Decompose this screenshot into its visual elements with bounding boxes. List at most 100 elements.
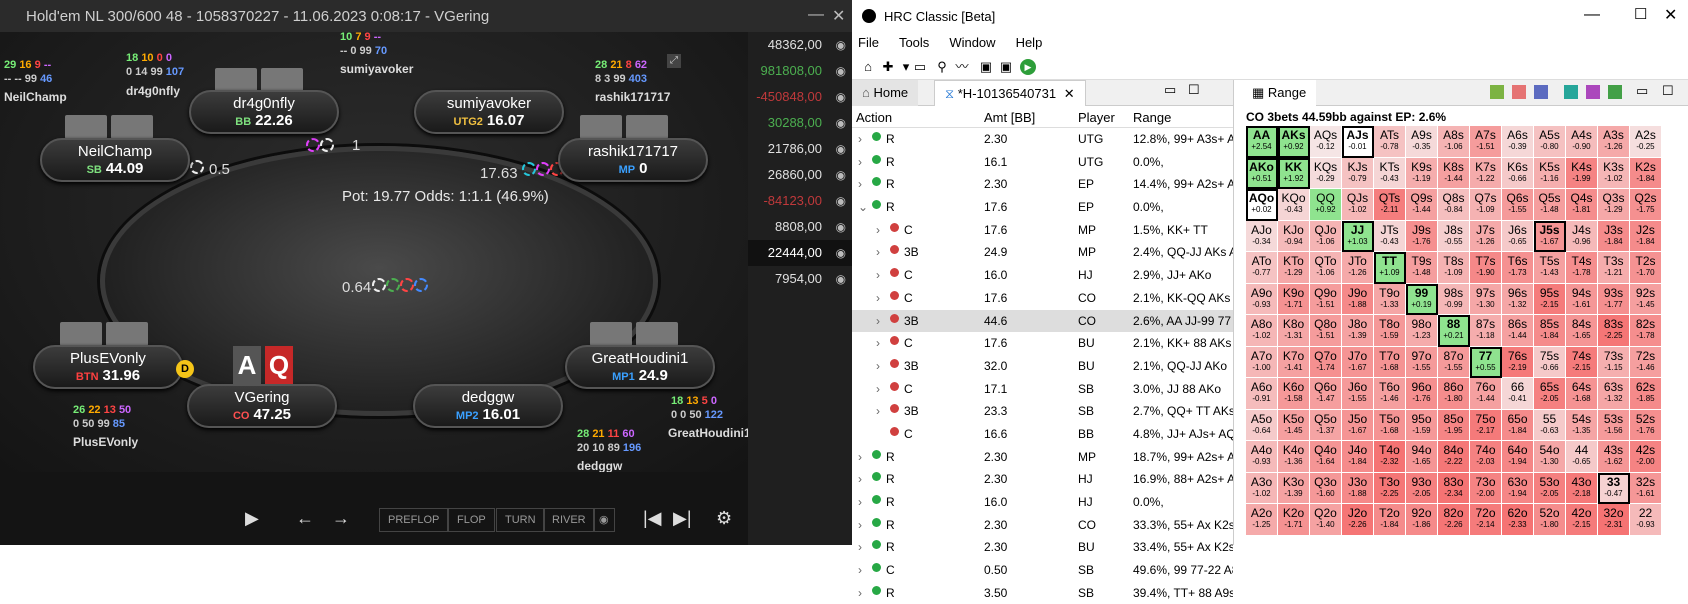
range-cell-K3s[interactable]: K3s -1.02 xyxy=(1598,157,1630,189)
maximize-panel-icon[interactable]: ☐ xyxy=(1188,82,1200,98)
session-result-row[interactable]: 48362,00 ◉ xyxy=(748,32,852,58)
range-cell-T9s[interactable]: T9s -1.48 xyxy=(1406,252,1438,284)
range-cell-KK[interactable]: KK +1.92 xyxy=(1278,157,1310,189)
header-player[interactable]: Player xyxy=(1078,110,1115,125)
range-cell-84s[interactable]: 84s -1.65 xyxy=(1566,315,1598,347)
header-range[interactable]: Range xyxy=(1133,110,1171,125)
range-cell-AQo[interactable]: AQo +0.02 xyxy=(1246,189,1278,221)
range-cell-72o[interactable]: 72o -2.14 xyxy=(1470,504,1502,536)
range-cell-Q6o[interactable]: Q6o -1.47 xyxy=(1310,378,1342,410)
action-row[interactable]: › R 2.30 CO 33.3%, 55+ Ax K2s+ K9o+ xyxy=(852,514,1233,537)
range-cell-ATo[interactable]: ATo -0.77 xyxy=(1246,252,1278,284)
range-cell-94o[interactable]: 94o -1.65 xyxy=(1406,441,1438,473)
range-cell-T6s[interactable]: T6s -1.73 xyxy=(1502,252,1534,284)
range-cell-AKs[interactable]: AKs +0.92 xyxy=(1278,126,1310,158)
new-hand-icon[interactable]: ✚ xyxy=(880,59,896,75)
range-cell-K7s[interactable]: K7s -1.22 xyxy=(1470,157,1502,189)
range-cell-J7s[interactable]: J7s -1.26 xyxy=(1470,220,1502,252)
seat-rashik171717[interactable]: rashik171717 MP 0 xyxy=(558,138,708,182)
seat-dr4g0nfly[interactable]: dr4g0nfly BB 22.26 xyxy=(189,90,339,134)
action-row[interactable]: › 3B 32.0 BU 2.1%, QQ-JJ AKo xyxy=(852,355,1233,378)
range-cell-A8s[interactable]: A8s -1.06 xyxy=(1438,126,1470,158)
range-cell-32o[interactable]: 32o -2.31 xyxy=(1598,504,1630,536)
range-cell-64s[interactable]: 64s -1.68 xyxy=(1566,378,1598,410)
range-cell-T2o[interactable]: T2o -1.84 xyxy=(1374,504,1406,536)
range-cell-A7o[interactable]: A7o -1.00 xyxy=(1246,346,1278,378)
range-cell-55[interactable]: 55 -0.63 xyxy=(1534,409,1566,441)
menu-window[interactable]: Window xyxy=(949,35,995,50)
expand-icon[interactable]: › xyxy=(858,540,862,554)
range-cell-KJs[interactable]: KJs -0.79 xyxy=(1342,157,1374,189)
range-cell-Q8o[interactable]: Q8o -1.51 xyxy=(1310,315,1342,347)
range-cell-K6o[interactable]: K6o -1.58 xyxy=(1278,378,1310,410)
menu-tools[interactable]: Tools xyxy=(899,35,929,50)
range-cell-82o[interactable]: 82o -2.26 xyxy=(1438,504,1470,536)
seat-dedggw[interactable]: dedggw MP2 16.01 xyxy=(413,384,563,428)
visibility-eye-icon[interactable]: ◉ xyxy=(836,58,846,84)
expand-icon[interactable]: › xyxy=(858,132,862,146)
range-cell-54s[interactable]: 54s -1.35 xyxy=(1566,409,1598,441)
open-folder-icon[interactable]: ▭ xyxy=(912,59,928,75)
expand-icon[interactable]: › xyxy=(858,518,862,532)
range-cell-KTs[interactable]: KTs -0.43 xyxy=(1374,157,1406,189)
range-cell-Q8s[interactable]: Q8s -0.84 xyxy=(1438,189,1470,221)
range-cell-96s[interactable]: 96s -1.32 xyxy=(1502,283,1534,315)
view-mode-icon[interactable] xyxy=(1512,85,1526,99)
save-icon[interactable]: ▣ xyxy=(978,59,994,75)
range-cell-52o[interactable]: 52o -1.80 xyxy=(1534,504,1566,536)
range-cell-T5s[interactable]: T5s -1.43 xyxy=(1534,252,1566,284)
action-row[interactable]: › C 17.6 BU 2.1%, KK+ 88 AKs xyxy=(852,332,1233,355)
session-result-row[interactable]: 22444,00 ◉ xyxy=(748,240,852,266)
play-icon[interactable]: ▶ xyxy=(245,508,259,529)
action-row[interactable]: › R 2.30 HJ 16.9%, 88+ A2s+ A9o+ K9s xyxy=(852,468,1233,491)
action-row[interactable]: › R 3.50 SB 39.4%, TT+ 88 A9s+ A9o+ xyxy=(852,582,1233,604)
range-cell-99[interactable]: 99 +0.19 xyxy=(1406,283,1438,315)
range-cell-K9s[interactable]: K9s -1.19 xyxy=(1406,157,1438,189)
action-row[interactable]: › C 17.6 CO 2.1%, KK-QQ AKs xyxy=(852,287,1233,310)
range-cell-62o[interactable]: 62o -2.33 xyxy=(1502,504,1534,536)
minimize-icon[interactable]: — xyxy=(808,6,824,24)
range-cell-T5o[interactable]: T5o -1.68 xyxy=(1374,409,1406,441)
range-cell-84o[interactable]: 84o -2.22 xyxy=(1438,441,1470,473)
range-cell-K5o[interactable]: K5o -1.45 xyxy=(1278,409,1310,441)
range-cell-J3s[interactable]: J3s -1.84 xyxy=(1598,220,1630,252)
range-cell-AQs[interactable]: AQs -0.12 xyxy=(1310,126,1342,158)
home-tool-icon[interactable]: ⌂ xyxy=(860,59,876,75)
range-cell-Q7o[interactable]: Q7o -1.74 xyxy=(1310,346,1342,378)
settings-gear-icon[interactable]: ⚙ xyxy=(716,508,732,529)
range-cell-A6s[interactable]: A6s -0.39 xyxy=(1502,126,1534,158)
range-cell-82s[interactable]: 82s -1.78 xyxy=(1630,315,1662,347)
action-row[interactable]: › C 0.50 SB 49.6%, 99 77-22 A8s-A2s A xyxy=(852,559,1233,582)
visibility-eye-icon[interactable]: ◉ xyxy=(836,240,846,266)
range-cell-KTo[interactable]: KTo -1.29 xyxy=(1278,252,1310,284)
range-cell-AJs[interactable]: AJs -0.01 xyxy=(1342,126,1374,158)
range-cell-A3s[interactable]: A3s -1.26 xyxy=(1598,126,1630,158)
range-cell-72s[interactable]: 72s -1.46 xyxy=(1630,346,1662,378)
range-cell-87s[interactable]: 87s -1.18 xyxy=(1470,315,1502,347)
range-cell-53o[interactable]: 53o -2.05 xyxy=(1534,472,1566,504)
expand-icon[interactable]: › xyxy=(876,404,880,418)
range-cell-98s[interactable]: 98s -0.99 xyxy=(1438,283,1470,315)
seat-vgering[interactable]: VGering CO 47.25 xyxy=(187,384,337,428)
menu-help[interactable]: Help xyxy=(1016,35,1043,50)
range-cell-53s[interactable]: 53s -1.56 xyxy=(1598,409,1630,441)
range-cell-T3o[interactable]: T3o -2.25 xyxy=(1374,472,1406,504)
range-cell-JTo[interactable]: JTo -1.26 xyxy=(1342,252,1374,284)
session-result-row[interactable]: 26860,00 ◉ xyxy=(748,162,852,188)
range-cell-98o[interactable]: 98o -1.23 xyxy=(1406,315,1438,347)
range-cell-22[interactable]: 22 -0.93 xyxy=(1630,504,1662,536)
range-cell-A7s[interactable]: A7s -1.51 xyxy=(1470,126,1502,158)
range-cell-T8s[interactable]: T8s -1.09 xyxy=(1438,252,1470,284)
range-cell-Q5o[interactable]: Q5o -1.37 xyxy=(1310,409,1342,441)
range-cell-K9o[interactable]: K9o -1.71 xyxy=(1278,283,1310,315)
range-cell-QQ[interactable]: QQ +0.92 xyxy=(1310,189,1342,221)
range-cell-J6o[interactable]: J6o -1.55 xyxy=(1342,378,1374,410)
range-cell-T6o[interactable]: T6o -1.46 xyxy=(1374,378,1406,410)
range-cell-65s[interactable]: 65s -2.05 xyxy=(1534,378,1566,410)
range-cell-42o[interactable]: 42o -2.15 xyxy=(1566,504,1598,536)
action-row[interactable]: ⌄ R 17.6 EP 0.0%, xyxy=(852,196,1233,219)
maximize-icon[interactable]: ☐ xyxy=(1634,5,1647,23)
range-cell-74s[interactable]: 74s -2.15 xyxy=(1566,346,1598,378)
range-cell-43o[interactable]: 43o -2.18 xyxy=(1566,472,1598,504)
expand-icon[interactable]: › xyxy=(876,382,880,396)
